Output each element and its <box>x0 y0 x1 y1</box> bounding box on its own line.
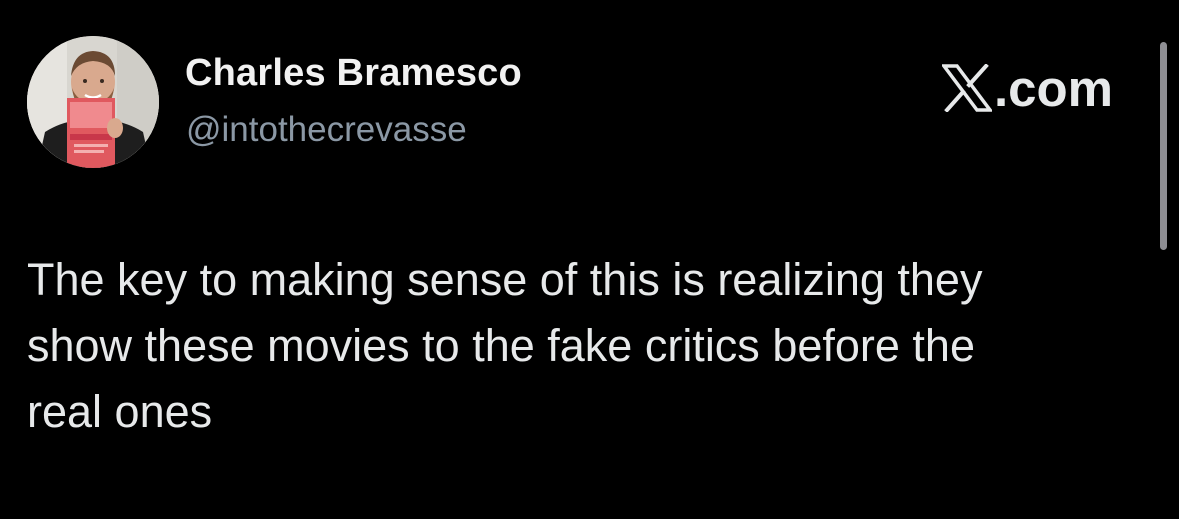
brand-domain-label: .com <box>994 59 1114 117</box>
author-handle[interactable]: @intothecrevasse <box>186 110 467 150</box>
brand-logo: .com <box>942 60 1113 116</box>
author-display-name[interactable]: Charles Bramesco <box>185 52 522 95</box>
tweet-text: The key to making sense of this is reali… <box>27 254 983 437</box>
scrollbar-thumb[interactable] <box>1160 42 1167 250</box>
x-logo-icon <box>942 64 992 112</box>
tweet-card: Charles Bramesco @intothecrevasse .com T… <box>0 0 1179 519</box>
avatar[interactable] <box>27 36 159 168</box>
avatar-image <box>27 36 159 168</box>
